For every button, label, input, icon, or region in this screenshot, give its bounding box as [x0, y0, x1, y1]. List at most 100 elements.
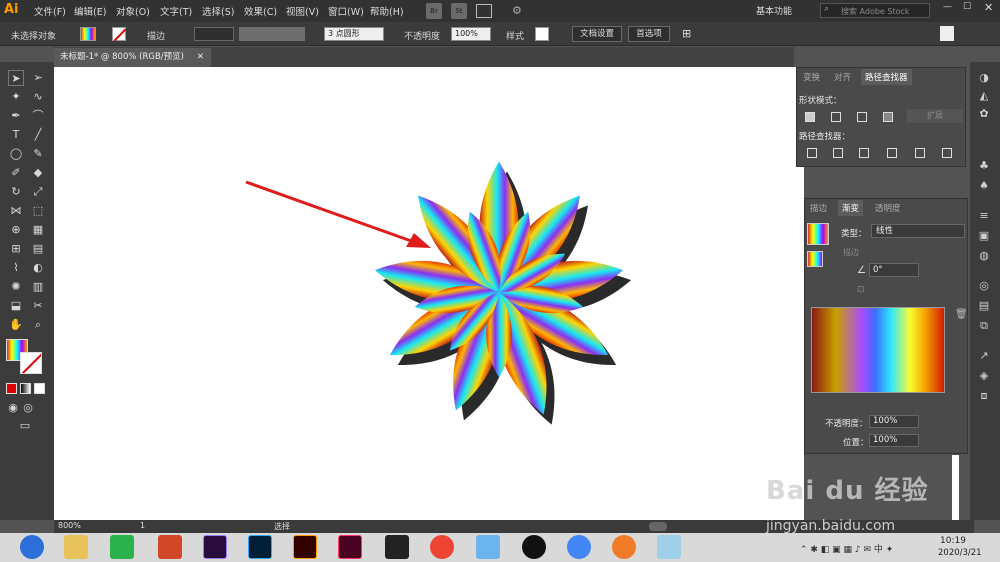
- menu-type[interactable]: 文字(T): [160, 4, 192, 18]
- stroke-panel-icon[interactable]: ≡: [976, 208, 992, 224]
- symbols-icon[interactable]: ♠: [976, 178, 992, 194]
- eraser-tool-icon[interactable]: ◆: [30, 165, 46, 181]
- tab-align[interactable]: 对齐: [834, 71, 851, 83]
- close-tab-icon[interactable]: ✕: [197, 48, 204, 67]
- menu-effect[interactable]: 效果(C): [244, 4, 277, 18]
- start-icon[interactable]: [20, 535, 44, 559]
- tab-transparency[interactable]: 透明度: [875, 202, 901, 214]
- none-mode-icon[interactable]: [34, 383, 45, 394]
- zoom-tool-icon[interactable]: ⌕: [30, 317, 46, 333]
- minimize-icon[interactable]: —: [943, 2, 952, 12]
- hand-tool-icon[interactable]: ✋: [8, 317, 24, 333]
- arrange-documents-icon[interactable]: [476, 4, 492, 18]
- eyedropper-tool-icon[interactable]: ⌇: [8, 260, 24, 276]
- menu-file[interactable]: 文件(F): [34, 4, 66, 18]
- powerpoint-icon[interactable]: [158, 535, 182, 559]
- stock-button[interactable]: St: [451, 3, 467, 19]
- app-icon-cyan[interactable]: [657, 535, 681, 559]
- gradient-preview-bar[interactable]: [811, 307, 945, 393]
- artboards-icon[interactable]: ⧈: [976, 388, 992, 404]
- lasso-tool-icon[interactable]: ∿: [30, 89, 46, 105]
- outline-icon[interactable]: [915, 148, 925, 158]
- tab-transform[interactable]: 变换: [803, 71, 820, 83]
- slice-tool-icon[interactable]: ✂: [30, 298, 46, 314]
- export-icon[interactable]: ↗: [976, 348, 992, 364]
- qq-icon[interactable]: [522, 535, 546, 559]
- fill-swatch[interactable]: [80, 27, 96, 41]
- symbol-sprayer-tool-icon[interactable]: ✺: [8, 279, 24, 295]
- stop-opacity-field[interactable]: 100%: [869, 415, 919, 428]
- color-panel-icon[interactable]: ◑: [976, 70, 992, 86]
- photoshop-icon[interactable]: [248, 535, 272, 559]
- divide-icon[interactable]: [807, 148, 817, 158]
- menu-help[interactable]: 帮助(H): [370, 4, 404, 18]
- screen-mode-icon[interactable]: ▭: [17, 418, 33, 434]
- app-icon-red[interactable]: [430, 535, 454, 559]
- artboard-number[interactable]: 1: [140, 521, 145, 530]
- opacity-field[interactable]: 100%: [451, 27, 491, 41]
- gradient-tool-icon[interactable]: ▤: [30, 241, 46, 257]
- tab-pathfinder[interactable]: 路径查找器: [861, 69, 912, 85]
- shape-builder-tool-icon[interactable]: ⊕: [8, 222, 24, 238]
- minus-back-icon[interactable]: [942, 148, 952, 158]
- stock-search-input[interactable]: ⌕ 搜索 Adobe Stock: [820, 3, 930, 18]
- tab-gradient[interactable]: 渐变: [838, 200, 864, 216]
- crop-icon[interactable]: [887, 148, 897, 158]
- appearance-icon[interactable]: ◎: [976, 278, 992, 294]
- tab-stroke[interactable]: 描边: [810, 202, 827, 214]
- merge-icon[interactable]: [859, 148, 869, 158]
- browser-icon[interactable]: [612, 535, 636, 559]
- stroke-color-swatch[interactable]: [20, 352, 42, 374]
- clock-date[interactable]: 2020/3/21: [938, 548, 982, 558]
- document-tab[interactable]: 未标题-1* @ 800% (RGB/预览) ✕: [54, 48, 211, 67]
- gradient-panel-icon[interactable]: ▣: [976, 228, 992, 244]
- gradient-thumbnail[interactable]: [807, 223, 829, 245]
- menu-window[interactable]: 窗口(W): [328, 4, 364, 18]
- maximize-icon[interactable]: ☐: [963, 2, 971, 12]
- preferences-button[interactable]: 首选项: [628, 26, 670, 42]
- free-transform-tool-icon[interactable]: ⬚: [30, 203, 46, 219]
- panel-menu-icon[interactable]: [940, 26, 954, 41]
- gradient-mode-icon[interactable]: [20, 383, 31, 394]
- color-mode-icon[interactable]: [6, 383, 17, 394]
- close-icon[interactable]: ✕: [984, 1, 993, 14]
- mesh-tool-icon[interactable]: ⊞: [8, 241, 24, 257]
- horizontal-scrollbar[interactable]: [649, 522, 667, 531]
- zoom-level[interactable]: 800%: [58, 521, 81, 530]
- brush-definition[interactable]: 3 点圆形: [324, 27, 384, 41]
- artboard-canvas[interactable]: [54, 67, 796, 520]
- type-tool-icon[interactable]: T: [8, 127, 24, 143]
- draw-behind-icon[interactable]: ◎: [20, 400, 36, 416]
- gradient-type-select[interactable]: 线性: [871, 224, 965, 238]
- align-options-icon[interactable]: ⊞: [682, 27, 691, 40]
- width-tool-icon[interactable]: ⋈: [8, 203, 24, 219]
- expand-button[interactable]: 扩展: [907, 109, 963, 123]
- unite-icon[interactable]: [805, 112, 815, 122]
- asset-export-icon[interactable]: ⧉: [976, 318, 992, 334]
- stroke-weight-field[interactable]: [194, 27, 234, 41]
- menu-view[interactable]: 视图(V): [286, 4, 319, 18]
- shaper-tool-icon[interactable]: ✐: [8, 165, 24, 181]
- scale-tool-icon[interactable]: ⤢: [30, 184, 46, 200]
- workspace-switcher[interactable]: 基本功能: [756, 4, 792, 17]
- pen-tool-icon[interactable]: ✒: [8, 108, 24, 124]
- exclude-icon[interactable]: [883, 112, 893, 122]
- rotate-tool-icon[interactable]: ↻: [8, 184, 24, 200]
- stroke-swatch[interactable]: [112, 27, 127, 42]
- document-setup-button[interactable]: 文档设置: [572, 26, 622, 42]
- line-tool-icon[interactable]: ╱: [30, 127, 46, 143]
- graphic-style-swatch[interactable]: [535, 27, 549, 41]
- gpu-icon[interactable]: ⚙: [512, 4, 522, 17]
- artboard-tool-icon[interactable]: ⬓: [8, 298, 24, 314]
- video-editor-icon[interactable]: [385, 535, 409, 559]
- tray-icons[interactable]: ⌃ ✱ ◧ ▣ ▦ ♪ ✉ 中 ✦: [800, 542, 893, 555]
- trim-icon[interactable]: [833, 148, 843, 158]
- blend-tool-icon[interactable]: ◐: [30, 260, 46, 276]
- file-explorer-icon[interactable]: [64, 535, 88, 559]
- libraries-icon[interactable]: ✿: [976, 106, 992, 122]
- layers-icon[interactable]: ◈: [976, 368, 992, 384]
- draw-normal-icon[interactable]: ◉: [5, 400, 21, 416]
- menu-select[interactable]: 选择(S): [202, 4, 234, 18]
- brushes-icon[interactable]: ♣: [976, 158, 992, 174]
- chrome-icon[interactable]: [567, 535, 591, 559]
